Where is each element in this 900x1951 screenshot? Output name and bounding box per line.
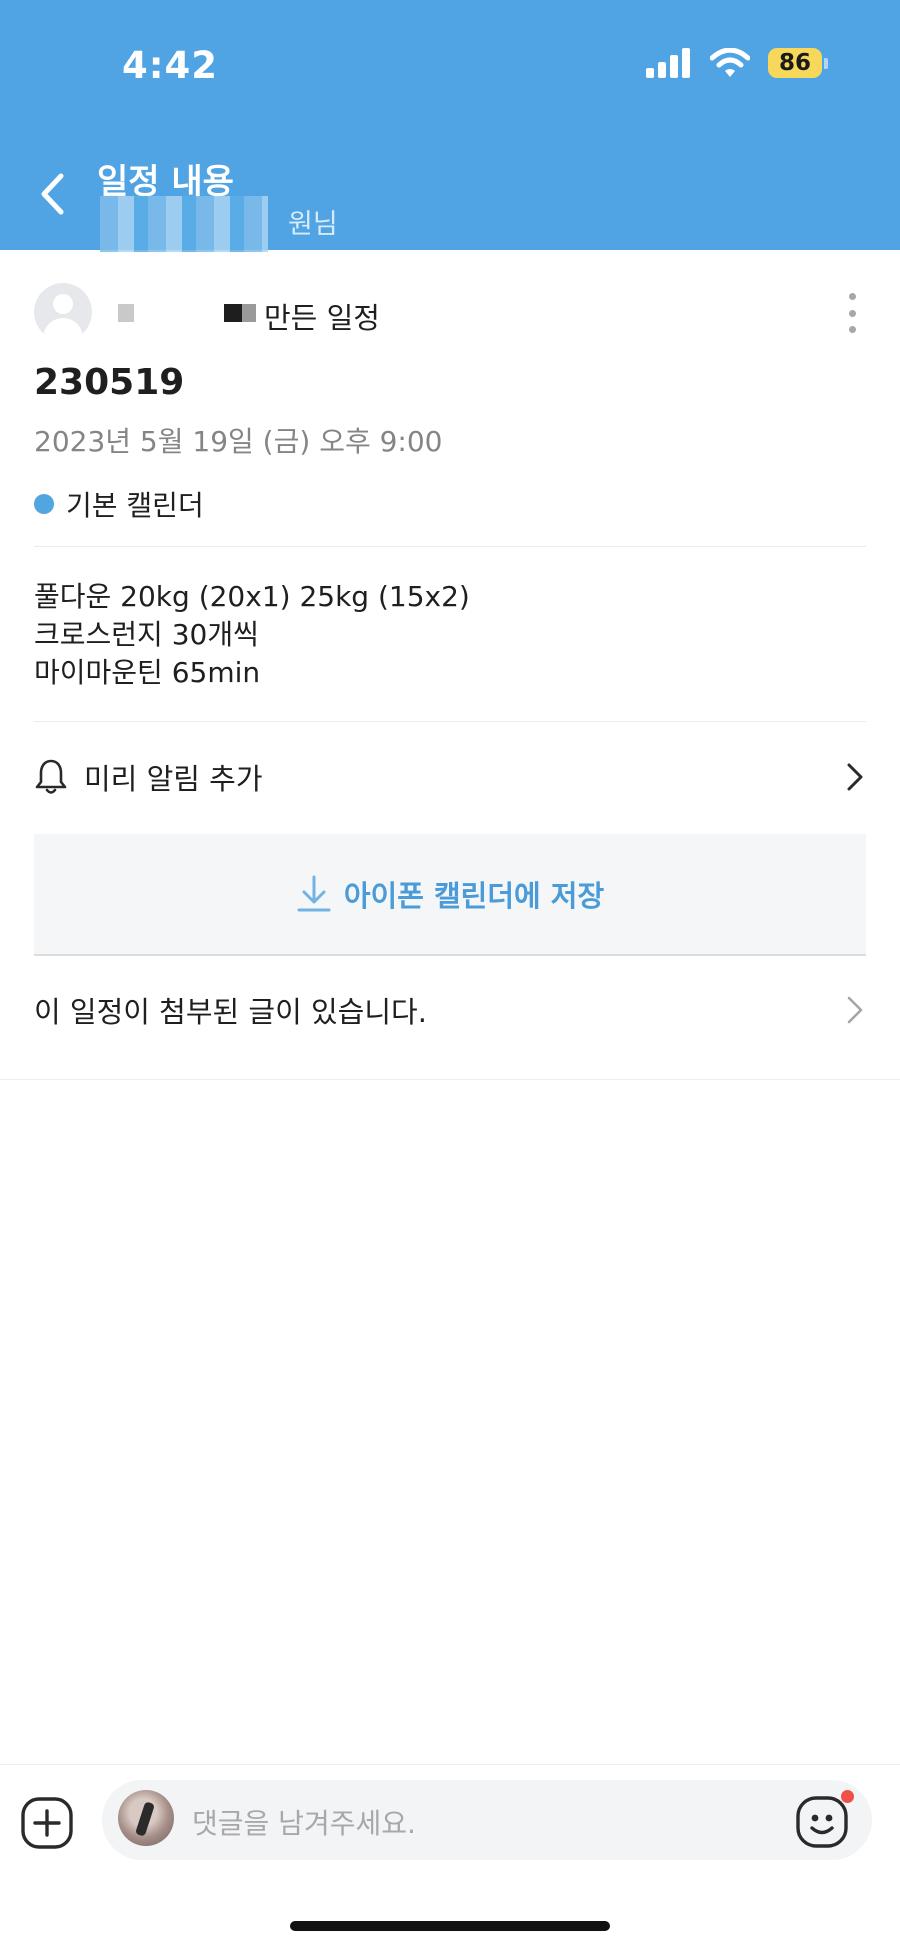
notification-dot <box>841 1790 854 1803</box>
note-line: 크로스런지 30개씩 <box>34 618 259 651</box>
battery-indicator: 86 <box>768 48 828 78</box>
redacted-subtitle <box>100 196 268 252</box>
save-to-iphone-calendar-label: 아이폰 캘린더에 저장 <box>343 879 605 913</box>
back-button[interactable] <box>30 168 74 220</box>
bell-icon <box>35 759 67 794</box>
more-dot-icon <box>848 293 856 300</box>
battery-cap <box>824 57 828 69</box>
divider <box>34 721 866 722</box>
home-indicator <box>290 1921 610 1931</box>
add-reminder-label: 미리 알림 추가 <box>84 762 263 796</box>
more-dot-icon <box>848 326 856 333</box>
creator-label: 만든 일정 <box>264 301 380 335</box>
event-title: 230519 <box>34 362 185 403</box>
user-avatar <box>118 1790 174 1846</box>
battery-level: 86 <box>768 48 822 78</box>
avatar-figure <box>134 1801 156 1837</box>
comment-placeholder: 댓글을 남겨주세요. <box>192 1807 416 1840</box>
attached-posts-row[interactable]: 이 일정이 첨부된 글이 있습니다. <box>34 980 866 1040</box>
chevron-right-icon <box>847 763 863 791</box>
section-divider <box>0 1079 900 1080</box>
add-attachment-button[interactable] <box>20 1796 74 1850</box>
more-dot-icon <box>848 309 856 317</box>
comment-bar: 댓글을 남겨주세요. <box>0 1764 900 1874</box>
attached-posts-label: 이 일정이 첨부된 글이 있습니다. <box>34 995 427 1029</box>
chevron-left-icon <box>41 173 64 215</box>
avatar-shoulders <box>43 318 83 341</box>
avatar[interactable] <box>34 283 92 341</box>
comment-input[interactable]: 댓글을 남겨주세요. <box>102 1780 872 1860</box>
more-options-button[interactable] <box>840 293 864 333</box>
avatar-head <box>53 294 73 314</box>
calendar-color-dot <box>34 494 54 514</box>
redaction-block <box>224 304 242 322</box>
event-datetime: 2023년 5월 19일 (금) 오후 9:00 <box>34 425 443 458</box>
status-time: 4:42 <box>122 44 219 87</box>
cellular-signal-icon <box>646 48 690 78</box>
redaction-block <box>242 304 256 322</box>
add-reminder-row[interactable]: 미리 알림 추가 <box>34 742 866 812</box>
status-icons: 86 <box>646 48 828 78</box>
note-line: 풀다운 20kg (20x1) 25kg (15x2) <box>34 580 470 613</box>
event-notes: 풀다운 20kg (20x1) 25kg (15x2) 크로스런지 30개씩 마… <box>34 578 470 692</box>
chevron-right-icon <box>847 996 863 1024</box>
divider <box>34 546 866 547</box>
save-to-iphone-calendar-button[interactable]: 아이폰 캘린더에 저장 <box>34 834 866 956</box>
download-icon <box>297 875 331 912</box>
note-line: 마이마운틴 65min <box>34 656 261 689</box>
wifi-icon <box>710 48 750 77</box>
creator-row: 만든 일정 <box>34 283 864 343</box>
calendar-name: 기본 캘린더 <box>66 489 204 522</box>
redaction-block <box>118 304 134 322</box>
calendar-row: 기본 캘린더 <box>34 484 204 524</box>
page-subtitle: 원님 <box>288 209 338 240</box>
header-bar: 4:42 86 일정 내용 원님 <box>0 0 900 252</box>
